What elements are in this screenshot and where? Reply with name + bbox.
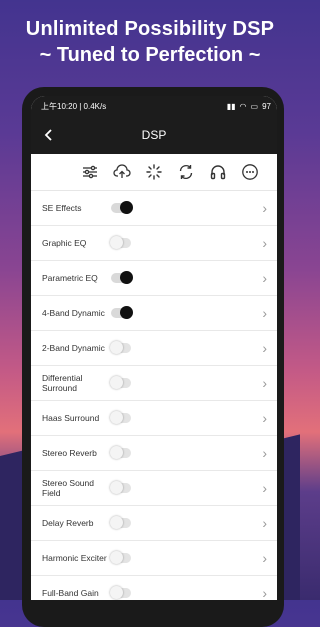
effect-label: Harmonic Exciter [42,553,107,563]
effect-row-2-band-dynamic[interactable]: 2-Band Dynamic › [31,331,277,366]
chevron-right-icon[interactable]: › [262,445,267,461]
status-bar: 上午10:20 | 0.4K/s ▮▮ ◠ ▭ 97 [31,96,277,116]
title-bar: DSP [31,116,277,154]
promo-subheadline: ~ Tuned to Perfection ~ [39,44,261,66]
chevron-right-icon[interactable]: › [262,375,267,391]
effect-row-se-effects[interactable]: SE Effects › [31,191,277,226]
effect-row-stereo-reverb[interactable]: Stereo Reverb › [31,436,277,471]
toggle-knob [110,411,123,424]
toggle-knob [110,446,123,459]
chevron-right-icon[interactable]: › [262,480,267,496]
effects-list: SE Effects › Graphic EQ › Parametric EQ … [31,191,277,600]
chevron-right-icon[interactable]: › [262,550,267,566]
battery-level: 97 [262,101,271,111]
status-time: 上午10:20 | 0.4K/s [41,101,107,111]
toggle-knob [110,551,123,564]
signal-icon: ▮▮ [226,101,236,111]
toggle-knob [110,341,123,354]
effect-label: Delay Reverb [42,518,94,528]
chevron-right-icon[interactable]: › [262,410,267,426]
chevron-right-icon[interactable]: › [262,305,267,321]
more-options-icon[interactable] [239,161,261,183]
effect-label: Stereo Sound Field [42,478,94,498]
effect-label: 2-Band Dynamic [42,343,105,353]
effect-label: Differential Surround [42,373,83,393]
effect-row-differential-surround[interactable]: Differential Surround › [31,366,277,401]
effect-row-haas-surround[interactable]: Haas Surround › [31,401,277,436]
effect-toggle[interactable] [110,516,131,529]
effect-toggle[interactable] [110,446,131,459]
effect-row-4-band-dynamic[interactable]: 4-Band Dynamic › [31,296,277,331]
toggle-knob [120,201,133,214]
toggle-knob [110,586,123,599]
effect-toggle[interactable] [110,481,131,494]
effect-toggle[interactable] [110,586,131,599]
effect-label: Full-Band Gain [42,588,99,598]
effect-toggle[interactable] [111,201,133,214]
toggle-knob [120,306,133,319]
upload-cloud-icon[interactable] [111,161,133,183]
effect-toggle[interactable] [110,236,131,249]
effect-label: Graphic EQ [42,238,87,248]
effect-label: 4-Band Dynamic [42,308,105,318]
toggle-knob [110,481,123,494]
equalizer-sliders-icon[interactable] [79,161,101,183]
status-indicators: ▮▮ ◠ ▭ 97 [227,102,271,111]
chevron-right-icon[interactable]: › [262,585,267,600]
back-arrow-icon[interactable] [39,125,59,145]
effect-label: Parametric EQ [42,273,98,283]
effect-row-delay-reverb[interactable]: Delay Reverb › [31,506,277,541]
phone-screen: 上午10:20 | 0.4K/s ▮▮ ◠ ▭ 97 DSP SE Effect… [31,96,277,600]
toggle-knob [110,376,123,389]
effect-toggle[interactable] [110,376,131,389]
chevron-right-icon[interactable]: › [262,235,267,251]
page-title: DSP [141,128,167,142]
toggle-knob [120,271,133,284]
effect-label: Stereo Reverb [42,448,97,458]
effect-toggle[interactable] [110,341,131,354]
effect-label: SE Effects [42,203,82,213]
promo-headline: Unlimited Possibility DSP [25,18,275,40]
battery-icon: ▭ [250,101,259,111]
wifi-icon: ◠ [239,101,247,111]
chevron-right-icon[interactable]: › [262,200,267,216]
effect-row-stereo-sound-field[interactable]: Stereo Sound Field › [31,471,277,506]
dsp-toolbar [31,154,277,191]
effect-toggle[interactable] [111,306,133,319]
effect-toggle[interactable] [111,271,133,284]
effect-row-parametric-eq[interactable]: Parametric EQ › [31,261,277,296]
effect-toggle[interactable] [110,411,131,424]
chevron-right-icon[interactable]: › [262,515,267,531]
effect-toggle[interactable] [110,551,131,564]
headphones-icon[interactable] [207,161,229,183]
chevron-right-icon[interactable]: › [262,270,267,286]
effect-row-full-band-gain[interactable]: Full-Band Gain › [31,576,277,600]
loading-spinner-icon[interactable] [143,161,165,183]
sync-icon[interactable] [175,161,197,183]
effect-row-harmonic-exciter[interactable]: Harmonic Exciter › [31,541,277,576]
effect-label: Haas Surround [42,413,100,423]
chevron-right-icon[interactable]: › [262,340,267,356]
toggle-knob [110,236,123,249]
effect-row-graphic-eq[interactable]: Graphic EQ › [31,226,277,261]
toggle-knob [110,516,123,529]
